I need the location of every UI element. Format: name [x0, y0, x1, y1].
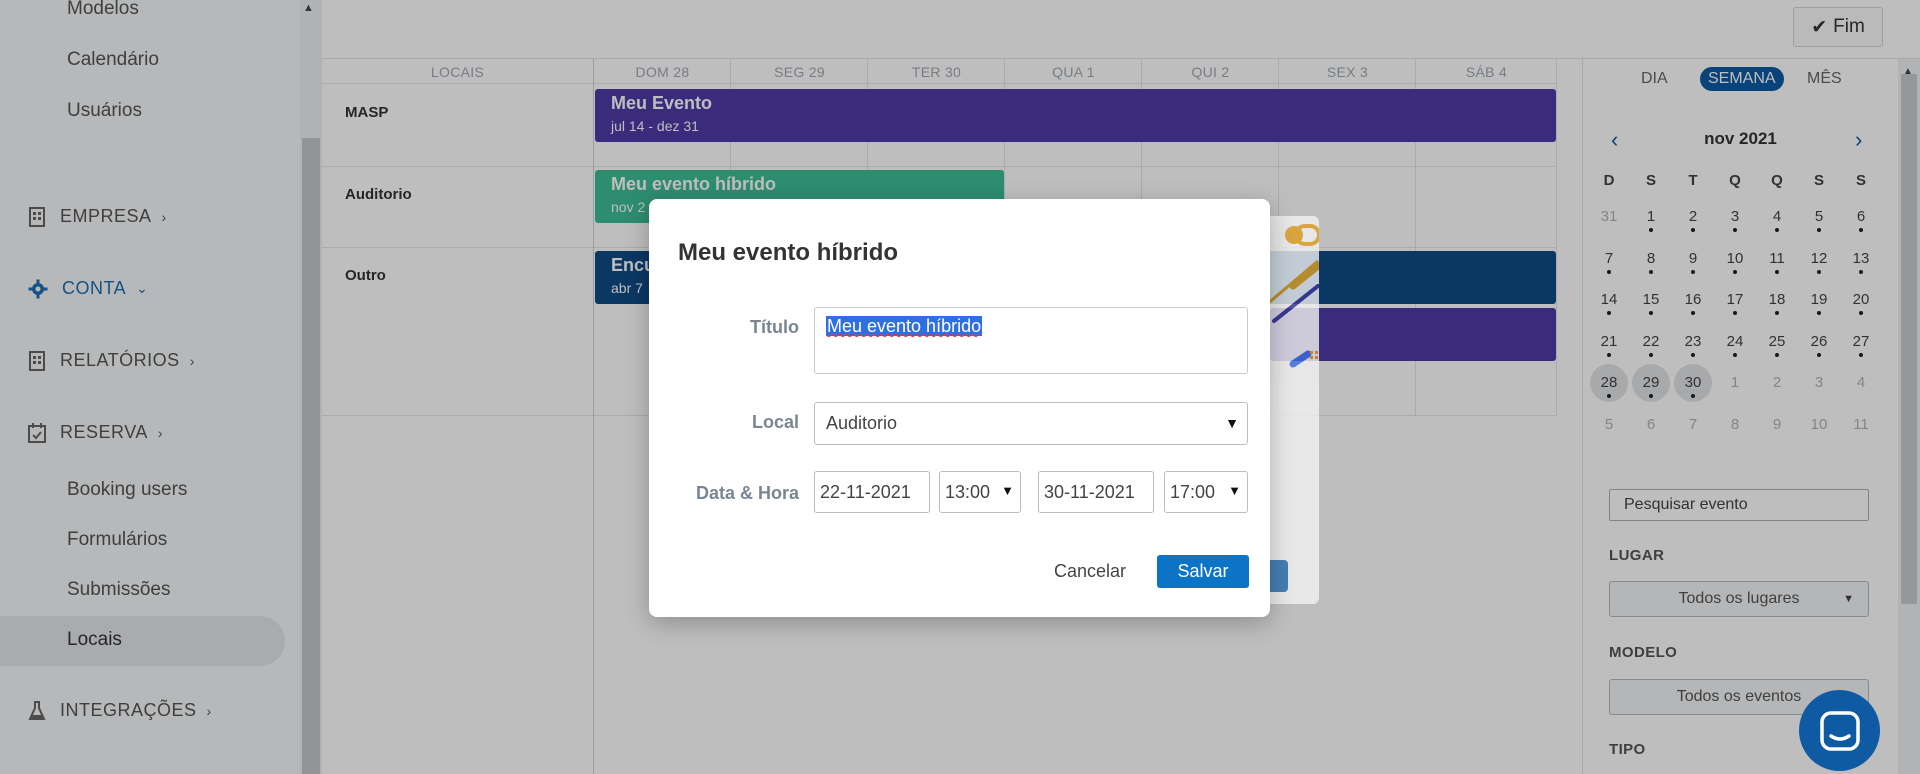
caret-down-icon: ▼: [1225, 415, 1239, 431]
end-date-value: 30-11-2021: [1044, 481, 1135, 502]
save-button[interactable]: Salvar: [1157, 555, 1249, 588]
local-label: Local: [751, 412, 799, 432]
cancel-button[interactable]: Cancelar: [1054, 561, 1126, 582]
start-date-value: 22-11-2021: [820, 481, 911, 502]
titulo-label: Título: [750, 317, 799, 337]
caret-down-icon: ▼: [1001, 483, 1014, 498]
local-select[interactable]: Auditorio ▼: [814, 402, 1248, 445]
start-date-input[interactable]: 22-11-2021: [814, 471, 930, 513]
start-time-select[interactable]: 13:00 ▼: [939, 471, 1021, 513]
end-time-select[interactable]: 17:00 ▼: [1164, 471, 1248, 513]
start-time-value: 13:00: [945, 481, 991, 502]
chat-icon: [1819, 710, 1860, 751]
chat-launcher-button[interactable]: [1799, 690, 1880, 771]
edit-event-modal: Meu evento híbrido Título Meu evento híb…: [649, 199, 1270, 617]
local-select-value: Auditorio: [826, 413, 898, 433]
caret-down-icon: ▼: [1228, 483, 1241, 498]
titulo-textarea[interactable]: Meu evento híbrido: [814, 307, 1248, 374]
data-hora-label: Data & Hora: [695, 483, 799, 503]
end-date-input[interactable]: 30-11-2021: [1038, 471, 1154, 513]
titulo-value: Meu evento híbrido: [826, 316, 983, 336]
end-time-value: 17:00: [1170, 481, 1216, 502]
modal-title: Meu evento híbrido: [678, 239, 899, 266]
